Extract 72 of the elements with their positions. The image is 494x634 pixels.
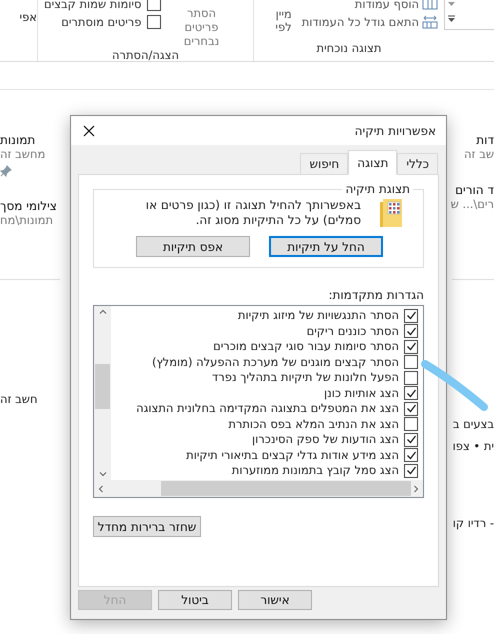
setting-label[interactable]: הסתר קבצים מוגנים של מערכת ההפעלה (מומלץ) [152,354,399,370]
setting-label[interactable]: הצג הודעות של ספק הסינכרון [252,432,399,448]
columns-icon [422,0,438,10]
checkbox[interactable] [404,308,418,323]
fit-columns-button[interactable]: התאם גודל כל העמודות [302,15,438,29]
hide-selected-button[interactable]: הסתר פריטים נבחרים [171,6,232,48]
checkbox[interactable] [404,340,418,354]
checkbox[interactable] [404,324,418,338]
dialog-title: אפשרויות תיקיה [354,124,436,138]
apply-to-folders-button[interactable]: החל על תיקיות [269,236,383,257]
add-columns-button[interactable]: הוסף עמודות [302,0,438,11]
dialog-button[interactable]: אישור [238,590,312,610]
setting-label[interactable]: הסתר כוננים ריקים [306,324,399,339]
scrollbar-thumb[interactable] [161,481,411,496]
dialog-button[interactable]: ביטול [158,590,232,610]
setting-label[interactable]: הסתר סיומות עבור סוגי קבצים מוכרים [213,339,399,354]
setting-label[interactable]: הצג מידע אודות גדלי קבצים בתיאורי תיקיות [186,448,399,463]
folder-icon [379,198,403,228]
checkbox[interactable] [147,15,162,29]
fit-columns-icon [422,15,438,29]
recent-item-text[interactable]: בצעים ב [452,417,494,431]
scroll-up-icon[interactable] [98,309,106,314]
checkbox[interactable] [404,355,418,370]
checkbox-label[interactable]: פריטים מוסתרים [61,15,142,29]
recent-item-text[interactable]: ית • צפו [452,439,494,453]
setting-label[interactable]: הצג את המטפלים בתצוגה המקדימה בחלונית התצוגה [136,401,399,416]
group-title: תצוגת תיקיה [344,182,411,196]
checkbox[interactable] [404,464,418,478]
sort-by-button[interactable]: מיין לפי [260,8,292,34]
tab[interactable]: כללי [397,153,438,175]
scroll-left-icon[interactable] [98,484,103,492]
checkbox[interactable] [404,386,418,400]
tab[interactable]: תצוגה [348,150,398,175]
checkbox[interactable] [404,432,418,447]
folder-name[interactable]: תמונות [0,133,36,147]
scrollbar-thumb[interactable] [95,364,110,409]
more-icon[interactable] [448,15,455,22]
tab[interactable]: חיפוש [300,153,348,175]
folder-location: רים\... ש [450,197,494,211]
restore-defaults-button[interactable]: שחזר ברירות מחדל [93,516,201,537]
description-text: באפשרותך להחיל תצוגה זו (כגון פרטים או סמלים) על כל התיקיות מסוג זה. [144,198,361,228]
vertical-scrollbar[interactable] [94,306,111,480]
checkbox[interactable] [404,448,418,462]
folder-name[interactable]: דות [476,133,494,147]
checkbox-label[interactable]: סיומות שמות קבצים [44,0,142,11]
setting-label[interactable]: הסתר התנגשויות של מיזוג תיקיות [238,308,399,324]
setting-label[interactable]: הצג סמל קובץ בתמונות ממוזערות [232,463,399,478]
scroll-down-icon[interactable] [98,472,106,477]
section-label: הגדרות מתקדמות: [327,288,424,302]
group-title: הצגה/הסתרה [110,48,180,64]
setting-label[interactable]: הפעל חלונות של תיקיות בתהליך נפרד [212,370,399,386]
scroll-right-icon[interactable] [414,484,419,492]
checkbox[interactable] [404,370,418,385]
checkbox[interactable] [404,417,418,432]
group-title: תצוגה נוכחית [316,41,382,57]
scroll-down-icon[interactable] [448,2,455,7]
setting-label[interactable]: הצג את הנתיב המלא בפס הכותרת [228,416,399,432]
folder-name[interactable]: צילומי מסך [0,199,57,213]
recent-item-text[interactable]: חשב זה [0,392,38,406]
folder-location: שב זה [464,147,494,161]
ribbon-label[interactable]: אפי [20,10,37,61]
recent-item-text[interactable]: - רדיו קו [452,516,494,530]
checkbox[interactable] [147,0,162,11]
folder-location: תמונות\מח [0,213,53,227]
reset-folders-button[interactable]: אפס תיקיות [136,236,250,257]
folder-name[interactable]: ד הורים [455,183,494,197]
folder-location: מחשב זה [0,147,46,161]
horizontal-scrollbar[interactable] [94,480,423,497]
annotation-stroke [421,360,488,411]
checkbox[interactable] [404,402,418,416]
close-icon[interactable] [81,122,97,138]
setting-label[interactable]: הצג אותיות כונן [324,386,399,401]
